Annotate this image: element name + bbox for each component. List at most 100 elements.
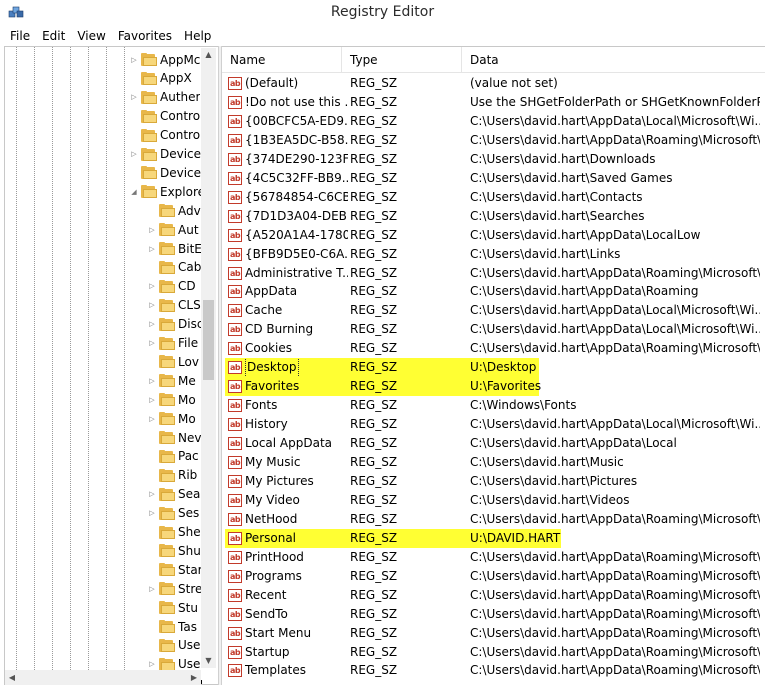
tree-item[interactable]: Cab (147, 258, 205, 277)
scroll-up-arrow-icon[interactable]: ▲ (201, 48, 216, 62)
tree-item[interactable]: ▷ File (147, 334, 205, 353)
value-row[interactable]: ab {4C5C32FF-BB9... REG_SZ C:\Users\david.h… (222, 169, 765, 188)
tree-item[interactable]: Contro (129, 126, 205, 145)
value-row[interactable]: ab Cookies REG_SZ C:\Users\david.hart\AppDa… (222, 339, 765, 358)
column-header-name[interactable]: Name (222, 47, 342, 73)
tree-item[interactable]: ◢ Explore (129, 182, 205, 201)
scroll-right-arrow-icon[interactable]: ▶ (187, 670, 201, 685)
menu-view[interactable]: View (71, 29, 111, 43)
menu-favorites[interactable]: Favorites (112, 29, 178, 43)
tree-horizontal-scrollbar[interactable]: ◀ ▶ (5, 670, 201, 685)
expand-arrow-icon[interactable]: ▷ (147, 245, 157, 253)
expand-arrow-icon[interactable]: ▷ (129, 150, 139, 158)
expand-arrow-icon[interactable]: ▷ (147, 226, 157, 234)
value-type: REG_SZ (350, 227, 398, 242)
value-row[interactable]: ab Cache REG_SZ C:\Users\david.hart\AppData… (222, 301, 765, 320)
tree-item[interactable]: Lov (147, 352, 205, 371)
menu-edit[interactable]: Edit (36, 29, 71, 43)
value-row[interactable]: ab {374DE290-123F... REG_SZ C:\Users\david.… (222, 150, 765, 169)
value-row[interactable]: ab Personal REG_SZ U:\DAVID.HART (222, 528, 765, 548)
registry-tree[interactable]: ▷ AppMc AppX ▷ Auther Contro Contro ▷ Device Devi… (4, 46, 218, 685)
tree-item[interactable]: ▷ BitE (147, 239, 205, 258)
value-row[interactable]: ab Administrative T... REG_SZ C:\Users\davi… (222, 264, 765, 283)
tree-item[interactable]: ▷ Device (129, 145, 205, 164)
value-row[interactable]: ab CD Burning REG_SZ C:\Users\david.hart\Ap… (222, 320, 765, 339)
expand-arrow-icon[interactable]: ▷ (147, 490, 157, 498)
expand-arrow-icon[interactable]: ▷ (147, 660, 157, 668)
value-row[interactable]: ab !Do not use this ... REG_SZ Use the SHGe… (222, 93, 765, 112)
value-row[interactable]: ab NetHood REG_SZ C:\Users\david.hart\AppDa… (222, 510, 765, 529)
tree-item[interactable]: ▷ CD (147, 277, 205, 296)
value-row[interactable]: ab Favorites REG_SZ U:\Favorites (222, 377, 765, 397)
tree-item[interactable]: Adv (147, 201, 205, 220)
scrollbar-thumb[interactable] (203, 300, 214, 380)
tree-item[interactable]: ▷ Disc (147, 315, 205, 334)
value-row[interactable]: ab Local AppData REG_SZ C:\Users\david.hart… (222, 434, 765, 453)
value-row[interactable]: ab SendTo REG_SZ C:\Users\david.hart\AppDat… (222, 605, 765, 624)
tree-item[interactable]: ▷ Mo (147, 409, 205, 428)
tree-item[interactable]: ▷ Auther (129, 88, 205, 107)
expand-arrow-icon[interactable]: ▷ (147, 509, 157, 517)
value-row[interactable]: ab PrintHood REG_SZ C:\Users\david.hart\App… (222, 548, 765, 567)
value-row[interactable]: ab My Music REG_SZ C:\Users\david.hart\Musi… (222, 453, 765, 472)
expand-arrow-icon[interactable]: ▷ (147, 339, 157, 347)
collapse-arrow-icon[interactable]: ◢ (129, 188, 139, 196)
expand-arrow-icon[interactable]: ▷ (129, 93, 139, 101)
tree-item[interactable]: Pac (147, 447, 205, 466)
scroll-left-arrow-icon[interactable]: ◀ (5, 670, 19, 685)
tree-item[interactable]: Stu (147, 598, 205, 617)
expand-arrow-icon[interactable]: ▷ (147, 415, 157, 423)
tree-item[interactable]: Tas (147, 617, 205, 636)
value-row[interactable]: ab My Video REG_SZ C:\Users\david.hart\Vide… (222, 491, 765, 510)
tree-item[interactable]: ▷ Mo (147, 390, 205, 409)
tree-item[interactable]: ▷ Aut (147, 220, 205, 239)
value-row[interactable]: ab{56784854-C6CB...REG_SZ C:\Users\david.… (222, 188, 765, 207)
value-row[interactable]: ab (Default) REG_SZ (value not set) (222, 74, 765, 93)
value-row[interactable]: ab Templates REG_SZ C:\Users\david.hart\App… (222, 661, 765, 680)
column-header-type[interactable]: Type (342, 47, 462, 73)
value-row[interactable]: ab Recent REG_SZ C:\Users\david.hart\AppDat… (222, 586, 765, 605)
expand-arrow-icon[interactable]: ▷ (147, 396, 157, 404)
expand-arrow-icon[interactable]: ▷ (147, 377, 157, 385)
tree-item[interactable]: Device (129, 163, 205, 182)
tree-item[interactable]: ▷ Stre (147, 579, 205, 598)
tree-item[interactable]: ▷ Sea (147, 485, 205, 504)
menu-file[interactable]: File (4, 29, 36, 43)
value-row[interactable]: ab Programs REG_SZ C:\Users\david.hart\AppD… (222, 567, 765, 586)
scroll-down-arrow-icon[interactable]: ▼ (201, 654, 216, 668)
expand-arrow-icon[interactable]: ▷ (147, 282, 157, 290)
tree-item[interactable]: She (147, 523, 205, 542)
value-row[interactable]: ab {BFB9D5E0-C6A... REG_SZ C:\Users\david.h… (222, 245, 765, 264)
values-list[interactable]: Name Type Data ab (Default) REG_SZ (value n… (222, 46, 765, 685)
value-row[interactable]: ab My Pictures REG_SZ C:\Users\david.hart\P… (222, 472, 765, 491)
tree-item[interactable]: AppX (129, 69, 205, 88)
menu-help[interactable]: Help (178, 29, 217, 43)
value-row[interactable]: ab Startup REG_SZ C:\Users\david.hart\AppDa… (222, 643, 765, 662)
tree-item[interactable]: Nev (147, 428, 205, 447)
tree-item[interactable]: ▷ Ses (147, 504, 205, 523)
tree-item[interactable]: Use (147, 636, 205, 655)
value-row[interactable]: ab Desktop REG_SZ U:\Desktop (222, 358, 765, 378)
tree-item[interactable]: Star (147, 560, 205, 579)
value-row[interactable]: ab {00BCFC5A-ED9... REG_SZ C:\Users\david.h… (222, 112, 765, 131)
value-row[interactable]: ab Fonts REG_SZ C:\Windows\Fonts (222, 396, 765, 415)
tree-item[interactable]: Shu (147, 541, 205, 560)
tree-item[interactable]: Rib (147, 466, 205, 485)
value-row[interactable]: ab{A520A1A4-1780...REG_SZ C:\Users\david.… (222, 226, 765, 245)
expand-arrow-icon[interactable]: ▷ (147, 585, 157, 593)
value-row[interactable]: ab {1B3EA5DC-B58... REG_SZ C:\Users\david.h… (222, 131, 765, 150)
column-header-data[interactable]: Data (462, 47, 765, 73)
tree-item[interactable]: Contro (129, 107, 205, 126)
value-row[interactable]: ab Start Menu REG_SZ C:\Users\david.hart\Ap… (222, 624, 765, 643)
value-data: C:\Users\david.hart\AppData\Roaming (470, 284, 699, 299)
value-row[interactable]: ab AppData REG_SZ C:\Users\david.hart\AppDa… (222, 282, 765, 301)
tree-item[interactable]: ▷ CLS (147, 296, 205, 315)
value-row[interactable]: ab History REG_SZ C:\Users\david.hart\AppDa… (222, 415, 765, 434)
tree-vertical-scrollbar[interactable]: ▲ ▼ (201, 48, 216, 668)
tree-item[interactable]: ▷ Me (147, 371, 205, 390)
expand-arrow-icon[interactable]: ▷ (129, 56, 139, 64)
expand-arrow-icon[interactable]: ▷ (147, 320, 157, 328)
expand-arrow-icon[interactable]: ▷ (147, 301, 157, 309)
tree-item[interactable]: ▷ AppMc (129, 50, 205, 69)
value-row[interactable]: ab {7D1D3A04-DEB... REG_SZ C:\Users\david.h… (222, 207, 765, 226)
